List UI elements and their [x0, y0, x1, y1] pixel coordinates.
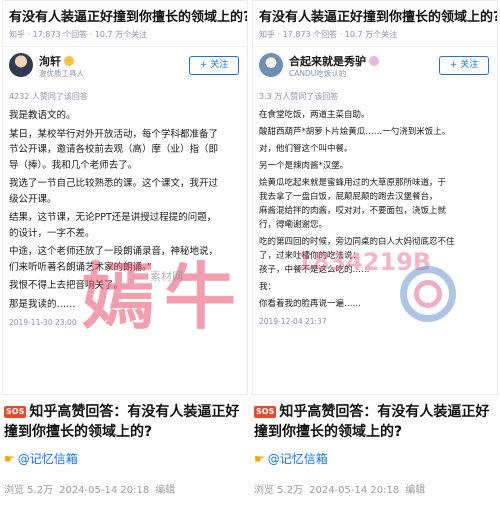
- author-name[interactable]: 洵轩: [39, 53, 74, 69]
- post-title[interactable]: SOS 知乎高赞回答：有没有人装逼正好撞到你擅长的领域上的?: [4, 402, 250, 442]
- source-link[interactable]: ☛ @记忆信箱: [254, 450, 500, 467]
- answer-paragraph: 结果，这节课，无论PPT还是讲授过程提的问题， 的设计，一字不差。: [9, 212, 217, 239]
- edit-link[interactable]: 编辑: [405, 485, 425, 496]
- answer-paragraph: 在食堂吃饭，两道主菜自助。: [259, 110, 370, 120]
- badge-icon: [64, 56, 74, 66]
- answer-paragraph: 某日，某校举行对外开放活动，每个学科都准备了 节公开课，邀请各校前去观（高）摩（业…: [9, 128, 219, 171]
- question-meta: 知乎 · 17,873 个回答 · 10.7 万个关注: [9, 30, 148, 39]
- question-meta: 知乎 · 17,873 个回答 · 10.7 万个关注: [259, 30, 398, 39]
- agree-count: 4232 人赞同了该回答: [9, 92, 88, 101]
- post-date: 2024-05-14 20:18: [59, 485, 150, 496]
- author-row: 洵轩 激优质工具人 + 关注: [3, 47, 247, 85]
- author-row: 合起来就是秀驴 CANDU吃饭认的 + 关注: [253, 47, 497, 85]
- answer-body: 在食堂吃饭，两道主菜自助。 酸甜西葫芦*胡萝卜片烩黄瓜……一勺浇到米饭上。 对，…: [253, 102, 497, 311]
- author-description: 激优质工具人: [39, 69, 84, 78]
- avatar[interactable]: [9, 53, 33, 77]
- pointing-hand-icon: ☛: [254, 452, 265, 466]
- post-stats: 浏览 5.2万 2024-05-14 20:18 编辑: [4, 481, 250, 496]
- view-count: 浏览 5.2万: [254, 485, 304, 496]
- question-title[interactable]: 有没有人装逼正好撞到你擅长的领域上的?: [3, 1, 247, 26]
- answer-paragraph: 你看着我的脸再说一遍……: [259, 299, 362, 309]
- answer-card-left: 有没有人装逼正好撞到你擅长的领域上的? 知乎 · 17,873 个回答 · 10…: [2, 0, 248, 395]
- answer-paragraph: 吃的第四回的时候，旁边同桌的白人大妈彻底忍不住 了，过来吐槽你的吃法说： 孩子，中餐…: [259, 237, 455, 275]
- answer-paragraph: 另一个是辣肉酱*汉堡。: [259, 161, 349, 171]
- answer-body: 我是教语文的。 某日，某校举行对外开放活动，每个学科都准备了 节公开课，邀请各校前…: [3, 102, 247, 312]
- author-description: CANDU吃饭认的: [289, 69, 347, 78]
- post-caption-right: SOS 知乎高赞回答：有没有人装逼正好撞到你擅长的领域上的? ☛ @记忆信箱 浏览 …: [254, 402, 500, 496]
- post-date: 2024-05-14 20:18: [309, 485, 400, 496]
- answer-paragraph: 我：: [259, 282, 277, 292]
- answer-paragraph: 我是教语文的。: [9, 110, 76, 121]
- answer-paragraph: 我恨不得上去把音响关了。: [9, 280, 124, 291]
- answer-paragraph: 那是我读的……: [9, 298, 76, 310]
- agree-count: 3.3 万人赞同了该回答: [259, 92, 339, 101]
- pointing-hand-icon: ☛: [4, 452, 15, 466]
- answer-paragraph: 酸甜西葫芦*胡萝卜片烩黄瓜……一勺浇到米饭上。: [259, 127, 451, 137]
- sos-icon: SOS: [254, 406, 277, 418]
- answer-date: 2019-12-04 21:37: [259, 317, 327, 326]
- answer-paragraph: 对，他们管这个叫中餐。: [259, 144, 353, 154]
- follow-button[interactable]: + 关注: [189, 56, 239, 75]
- answer-card-right: 有没有人装逼正好撞到你擅长的领域上的? 知乎 · 17,873 个回答 · 10…: [252, 0, 498, 395]
- answer-paragraph: 烩黄瓜吃起来就是蜜蜂用过的大草原那所味道，于 我去拿了一盘白饭，屁颠屁颠的跑去汉堡…: [259, 178, 447, 230]
- author-name[interactable]: 合起来就是秀驴: [289, 53, 379, 69]
- follow-button[interactable]: + 关注: [439, 56, 489, 75]
- avatar[interactable]: [259, 53, 283, 77]
- answer-date: 2019-11-30 23:00: [9, 318, 77, 327]
- post-title[interactable]: SOS 知乎高赞回答：有没有人装逼正好撞到你擅长的领域上的?: [254, 402, 500, 442]
- answer-paragraph: 中途，这个老师还放了一段朗诵录音，神秘地说， 们来听听著名朗诵艺术家的朗诵。”: [9, 246, 219, 273]
- edit-link[interactable]: 编辑: [155, 485, 175, 496]
- badge-icon: [369, 56, 379, 66]
- sos-icon: SOS: [4, 406, 27, 418]
- answer-paragraph: 我选了一节自己比较熟悉的课。这个课文，我开过 级公开课。: [9, 178, 219, 205]
- view-count: 浏览 5.2万: [4, 485, 54, 496]
- post-stats: 浏览 5.2万 2024-05-14 20:18 编辑: [254, 481, 500, 496]
- question-title[interactable]: 有没有人装逼正好撞到你擅长的领域上的?: [253, 1, 497, 26]
- source-link[interactable]: ☛ @记忆信箱: [4, 450, 250, 467]
- post-caption-left: SOS 知乎高赞回答：有没有人装逼正好撞到你擅长的领域上的? ☛ @记忆信箱 浏览 …: [4, 402, 250, 496]
